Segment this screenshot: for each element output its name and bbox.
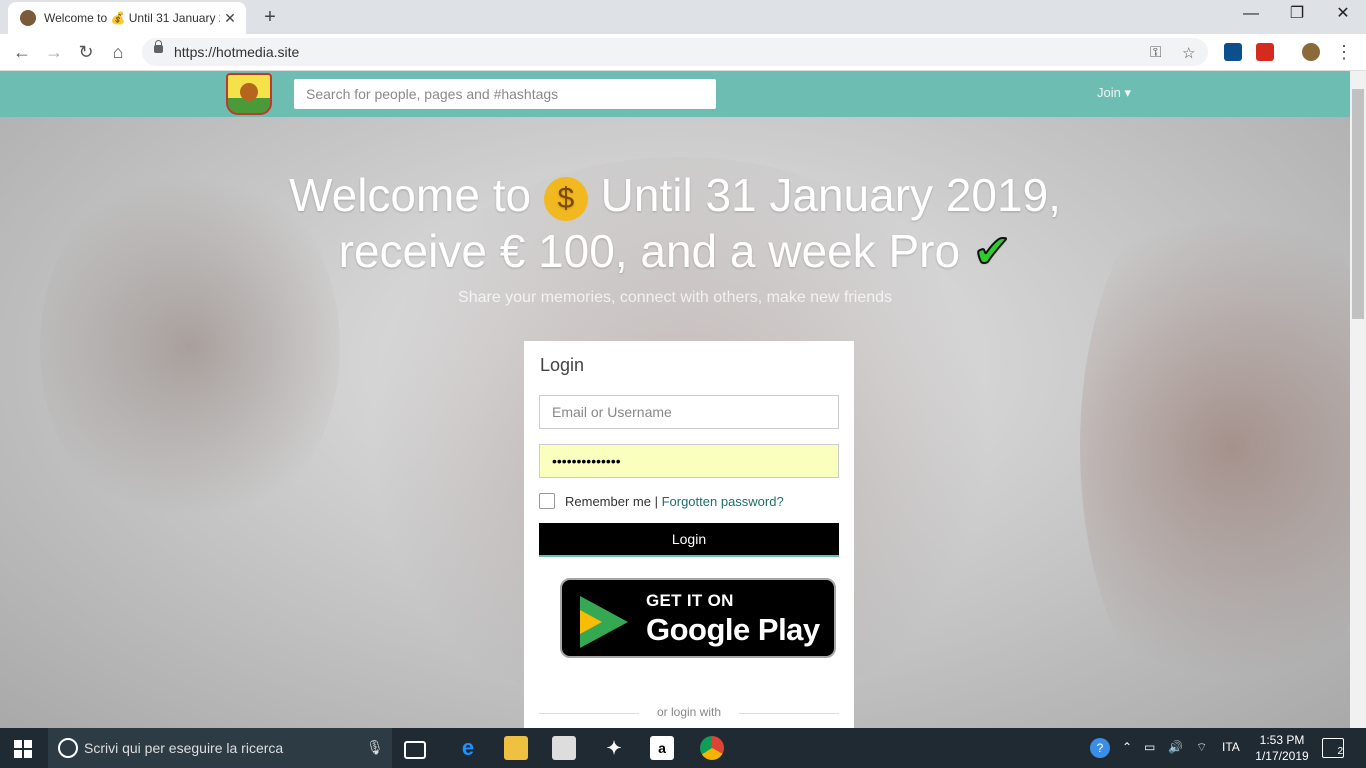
dropbox-icon[interactable]: ✦ — [602, 736, 626, 760]
checkmark-icon: ✔ — [972, 224, 1013, 278]
wifi-icon[interactable]: ⌔ — [1196, 740, 1207, 755]
browser-toolbar: ← → ↻ ⌂ https://hotmedia.site ⚿ ☆ ⋮ — [0, 34, 1366, 71]
site-search-input[interactable] — [294, 79, 716, 109]
hero-headline: Welcome to $ Until 31 January 2019, rece… — [220, 167, 1130, 279]
forward-arrow-icon[interactable]: → — [42, 40, 66, 64]
chrome-icon[interactable] — [700, 736, 724, 760]
site-favicon-icon — [20, 10, 36, 26]
gplay-small-text: GET IT ON — [646, 591, 734, 610]
hero-tagline: Share your memories, connect with others… — [458, 289, 892, 306]
browser-tab[interactable]: Welcome to 💰 Until 31 January 2019 ✕ — [8, 2, 246, 34]
task-view-icon[interactable] — [404, 741, 426, 759]
minimize-button[interactable]: — — [1228, 0, 1274, 30]
microphone-icon[interactable]: 🎙 — [366, 739, 384, 756]
amazon-icon[interactable]: a — [650, 736, 674, 760]
google-play-badge[interactable]: GET IT ON Google Play — [560, 578, 836, 658]
browser-tab-bar: Welcome to 💰 Until 31 January 2019 ✕ + —… — [0, 0, 1366, 34]
windows-start-icon[interactable] — [14, 740, 32, 758]
gplay-big-text: Google Play — [646, 612, 820, 647]
join-dropdown[interactable]: Join ▾ — [1097, 85, 1131, 101]
money-bag-icon: $ — [543, 176, 588, 221]
login-card: Login Remember me | Forgotten password? … — [524, 341, 854, 728]
login-title: Login — [540, 355, 585, 375]
username-input[interactable] — [539, 395, 839, 429]
taskbar-search-text: Scrivi qui per eseguire la ricerca — [84, 740, 284, 756]
tray-chevron-icon[interactable]: ⌃ — [1122, 740, 1132, 754]
forgot-password-link[interactable]: Forgotten password? — [662, 494, 784, 509]
url-text: https://hotmedia.site — [174, 44, 300, 60]
headline-text: Until 31 January 2019, — [600, 169, 1061, 221]
tab-title: Welcome to 💰 Until 31 January 2019 — [44, 11, 220, 25]
remember-label: Remember me — [565, 493, 651, 509]
headline-text: Welcome to — [289, 169, 532, 221]
cortana-icon — [58, 738, 78, 758]
flash-extension-icon[interactable] — [1256, 43, 1274, 61]
scrollbar-thumb[interactable] — [1352, 89, 1364, 319]
tab-close-icon[interactable]: ✕ — [220, 10, 240, 27]
volume-icon[interactable]: 🔊 — [1168, 740, 1183, 754]
new-tab-button[interactable]: + — [258, 6, 282, 28]
bookmark-star-icon[interactable]: ☆ — [1182, 44, 1195, 62]
edge-browser-icon[interactable]: e — [456, 736, 480, 760]
or-login-with-divider: or login with — [539, 705, 839, 719]
battery-icon[interactable]: ▭ — [1144, 740, 1155, 754]
taskbar-search-box[interactable]: Scrivi qui per eseguire la ricerca 🎙 — [48, 728, 392, 768]
key-icon[interactable]: ⚿ — [1150, 44, 1161, 61]
profile-avatar-icon[interactable] — [1302, 43, 1320, 61]
home-icon[interactable]: ⌂ — [106, 40, 130, 64]
help-icon[interactable]: ? — [1090, 738, 1110, 758]
remember-checkbox[interactable] — [539, 493, 555, 509]
extension-icon[interactable] — [1224, 43, 1242, 61]
site-logo-icon[interactable] — [226, 73, 272, 115]
close-window-button[interactable]: ✕ — [1320, 0, 1366, 30]
file-explorer-icon[interactable] — [504, 736, 528, 760]
menu-dots-icon[interactable]: ⋮ — [1332, 40, 1356, 64]
remember-row: Remember me | Forgotten password? — [539, 493, 784, 509]
language-indicator[interactable]: ITA — [1222, 740, 1240, 754]
store-icon[interactable] — [552, 736, 576, 760]
back-arrow-icon[interactable]: ← — [10, 40, 34, 64]
clock-date: 1/17/2019 — [1255, 749, 1309, 763]
clock-time: 1:53 PM — [1259, 733, 1305, 747]
notification-center-icon[interactable]: 2 — [1322, 738, 1344, 758]
windows-taskbar: Scrivi qui per eseguire la ricerca 🎙 e ✦… — [0, 728, 1366, 768]
taskbar-clock[interactable]: 1:53 PM 1/17/2019 — [1252, 732, 1312, 764]
maximize-button[interactable]: ❐ — [1274, 0, 1320, 30]
reload-icon[interactable]: ↻ — [74, 40, 98, 64]
separator-text: | — [650, 493, 662, 509]
hero-section: Welcome to $ Until 31 January 2019, rece… — [0, 117, 1350, 728]
headline-text: receive € 100, and a week Pro — [338, 225, 961, 277]
lock-icon — [154, 40, 163, 53]
address-bar[interactable]: https://hotmedia.site ⚿ ☆ — [142, 38, 1208, 66]
login-button[interactable]: Login — [539, 523, 839, 557]
page-scrollbar[interactable] — [1350, 71, 1366, 728]
password-input[interactable] — [539, 444, 839, 478]
site-header: Join ▾ — [0, 71, 1350, 117]
google-play-icon — [580, 596, 628, 648]
